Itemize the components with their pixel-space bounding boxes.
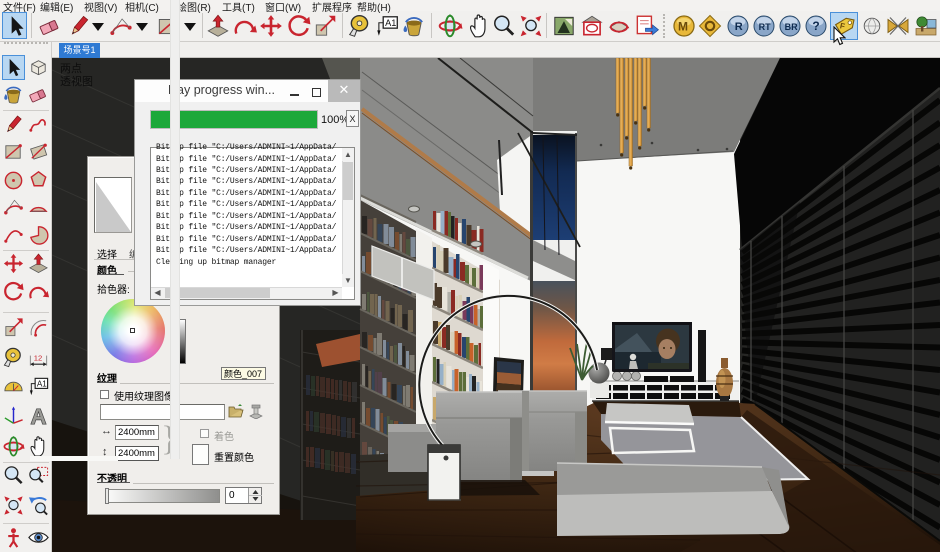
svg-text:12: 12 — [34, 353, 43, 362]
svg-text:两点: 两点 — [60, 62, 82, 75]
svg-text:R: R — [735, 21, 743, 33]
svg-text:A1: A1 — [37, 380, 47, 389]
svg-text:RT: RT — [759, 22, 771, 32]
svg-text:?: ? — [812, 19, 819, 33]
svg-text:透视图: 透视图 — [60, 74, 93, 88]
svg-text:BR: BR — [785, 22, 798, 32]
svg-text:A1: A1 — [385, 18, 396, 28]
svg-text:M: M — [678, 20, 688, 34]
